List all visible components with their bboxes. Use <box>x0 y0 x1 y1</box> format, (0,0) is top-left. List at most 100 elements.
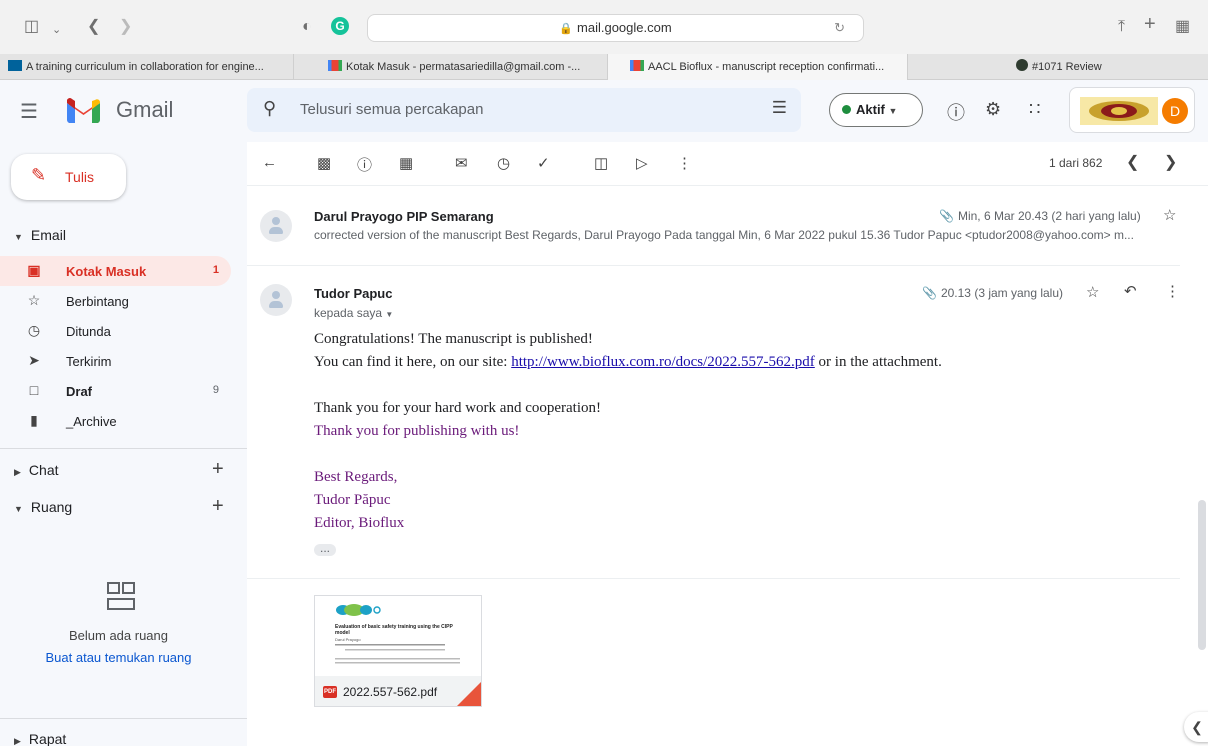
section-chat[interactable]: ▶ Chat + <box>14 458 234 480</box>
pencil-icon: ✎ <box>31 165 47 185</box>
section-chat-label: Chat <box>28 462 59 478</box>
signature-line: Best Regards, <box>314 469 398 485</box>
reload-icon[interactable]: ↻ <box>834 15 845 41</box>
message-snippet: corrected version of the manuscript Best… <box>314 228 1134 242</box>
add-chat-icon[interactable]: + <box>212 458 224 481</box>
sidebar-item-inbox[interactable]: ▣ Kotak Masuk 1 <box>0 256 231 286</box>
search-bar[interactable]: ⚲ Telusuri semua percakapan ☰ <box>247 88 801 132</box>
search-icon[interactable]: ⚲ <box>263 98 276 119</box>
search-placeholder: Telusuri semua percakapan <box>300 101 484 118</box>
report-spam-icon[interactable]: ⓘ <box>357 154 372 175</box>
archive-icon[interactable]: ▩ <box>317 154 331 172</box>
pdf-file-icon: PDF <box>323 686 337 698</box>
label-icon[interactable]: ▷ <box>636 154 648 172</box>
older-chevron-icon[interactable]: ❯ <box>1164 152 1177 172</box>
reply-icon[interactable]: ↶ <box>1124 282 1137 300</box>
compose-button[interactable]: ✎ Tulis <box>11 154 126 200</box>
signature-line: Editor, Bioflux <box>314 515 405 531</box>
body-text: You can find it here, on our site: <box>314 354 512 370</box>
caret-right-icon: ▶ <box>14 736 21 746</box>
star-icon[interactable]: ☆ <box>1086 283 1099 301</box>
back-arrow-icon[interactable]: ← <box>262 154 277 171</box>
scrollbar[interactable] <box>1198 500 1206 650</box>
collapsed-message[interactable]: Darul Prayogo PIP Semarang 📎 Min, 6 Mar 2… <box>247 200 1208 270</box>
article-link[interactable]: http://www.bioflux.com.ro/docs/2022.557-… <box>511 354 815 370</box>
lock-icon: 🔒 <box>559 23 574 35</box>
more-options-icon[interactable]: ⋮ <box>1165 282 1180 300</box>
gmail-favicon-icon <box>328 60 342 71</box>
apps-grid-icon[interactable]: ∷ <box>1029 99 1040 120</box>
draft-count: 9 <box>212 384 219 396</box>
pdf-preview <box>335 604 460 664</box>
share-icon[interactable]: ⤒ <box>1118 16 1125 38</box>
add-task-icon[interactable]: ✓ <box>537 154 550 172</box>
divider <box>0 718 247 719</box>
avatar <box>260 284 292 316</box>
new-tab-icon[interactable]: + <box>1144 13 1156 35</box>
tab-label: #1071 Review <box>1032 61 1102 73</box>
sidebar-item-snoozed[interactable]: ◷ Ditunda <box>0 316 231 346</box>
app-name: Gmail <box>116 97 174 122</box>
back-icon[interactable]: ❮ <box>87 16 100 38</box>
attachment-card[interactable]: Evaluation of basic safety training usin… <box>314 595 482 707</box>
delete-icon[interactable]: ▦ <box>399 154 413 172</box>
clock-icon: ◷ <box>27 322 41 338</box>
date-text: Min, 6 Mar 20.43 (2 hari yang lalu) <box>957 209 1141 223</box>
help-icon[interactable]: ⓘ <box>947 99 965 125</box>
menu-icon[interactable]: ☰ <box>20 99 38 124</box>
more-options-icon[interactable]: ⋮ <box>677 154 692 172</box>
section-email[interactable]: ▼ Email <box>14 227 66 243</box>
caret-down-icon: ▼ <box>888 106 898 116</box>
move-to-icon[interactable]: ◫ <box>594 154 608 172</box>
sidebar-item-drafts[interactable]: □ Draf 9 <box>0 376 231 406</box>
section-spaces[interactable]: ▼ Ruang + <box>14 495 234 517</box>
sidebar-toggle-icon[interactable]: ◫ <box>24 16 39 38</box>
compose-label: Tulis <box>65 169 95 185</box>
chevron-left-icon: ❮ <box>1191 719 1203 735</box>
recipient-dropdown[interactable]: kepada saya ▼ <box>314 306 393 320</box>
sidebar-item-archive[interactable]: ▮ _Archive <box>0 406 231 436</box>
unread-count: 1 <box>212 264 219 276</box>
find-spaces-link[interactable]: Buat atau temukan ruang <box>0 650 237 665</box>
empty-spaces-text: Belum ada ruang <box>68 628 168 643</box>
sidebar-item-starred[interactable]: ☆ Berbintang <box>0 286 231 316</box>
chevron-down-icon[interactable]: ⌄ <box>52 19 61 41</box>
avatar <box>260 210 292 242</box>
browser-toolbar: ◫ ⌄ ❮ ❯ ◐ G 🔒 mail.google.com ↻ ⤒ + ▦ <box>0 0 1208 54</box>
tab-overview-icon[interactable]: ▦ <box>1175 16 1190 38</box>
gmail-logo-icon[interactable] <box>67 98 100 123</box>
review-favicon-icon <box>1016 59 1028 71</box>
signature-line: Tudor Păpuc <box>314 492 391 508</box>
tab-label: Kotak Masuk - permatasariedilla@gmail.co… <box>346 61 581 73</box>
show-side-panel-button[interactable]: ❮ <box>1184 712 1208 742</box>
add-space-icon[interactable]: + <box>212 495 224 518</box>
forward-icon[interactable]: ❯ <box>119 16 132 38</box>
section-meet[interactable]: ▶ Rapat <box>14 731 66 746</box>
sidebar: ✎ Tulis ▼ Email ▣ Kotak Masuk 1 ☆ Berbint… <box>0 142 247 746</box>
body-line: Congratulations! The manuscript is publi… <box>314 331 593 347</box>
status-dot-icon <box>842 105 851 114</box>
privacy-shield-icon[interactable]: ◐ <box>302 16 312 38</box>
status-button[interactable]: Aktif ▼ <box>829 93 923 127</box>
avatar[interactable]: D <box>1162 98 1188 124</box>
snooze-icon[interactable]: ◷ <box>497 154 510 172</box>
show-trimmed-content-button[interactable]: ... <box>314 542 336 556</box>
sidebar-item-sent[interactable]: ➤ Terkirim <box>0 346 231 376</box>
sidebar-item-label: Berbintang <box>66 294 129 309</box>
browser-tab-active[interactable]: AACL Bioflux - manuscript reception conf… <box>608 54 908 80</box>
star-icon[interactable]: ☆ <box>1163 206 1176 224</box>
account-switcher[interactable]: D <box>1069 87 1195 133</box>
browser-tab[interactable]: #1071 Review <box>908 54 1208 80</box>
newer-chevron-icon[interactable]: ❮ <box>1126 152 1139 172</box>
search-options-icon[interactable]: ☰ <box>772 98 787 118</box>
browser-tab[interactable]: A training curriculum in collaboration f… <box>0 54 294 80</box>
body-line: You can find it here, on our site: http:… <box>314 354 942 371</box>
address-bar[interactable]: 🔒 mail.google.com ↻ <box>367 14 864 42</box>
settings-gear-icon[interactable]: ⚙ <box>985 99 1001 120</box>
divider <box>0 448 247 449</box>
browser-tab[interactable]: Kotak Masuk - permatasariedilla@gmail.co… <box>294 54 608 80</box>
mark-unread-icon[interactable]: ✉ <box>455 154 468 172</box>
body-line: Thank you for publishing with us! <box>314 423 520 439</box>
grammarly-icon[interactable]: G <box>331 17 349 35</box>
pager-text: 1 dari 862 <box>1049 156 1103 170</box>
